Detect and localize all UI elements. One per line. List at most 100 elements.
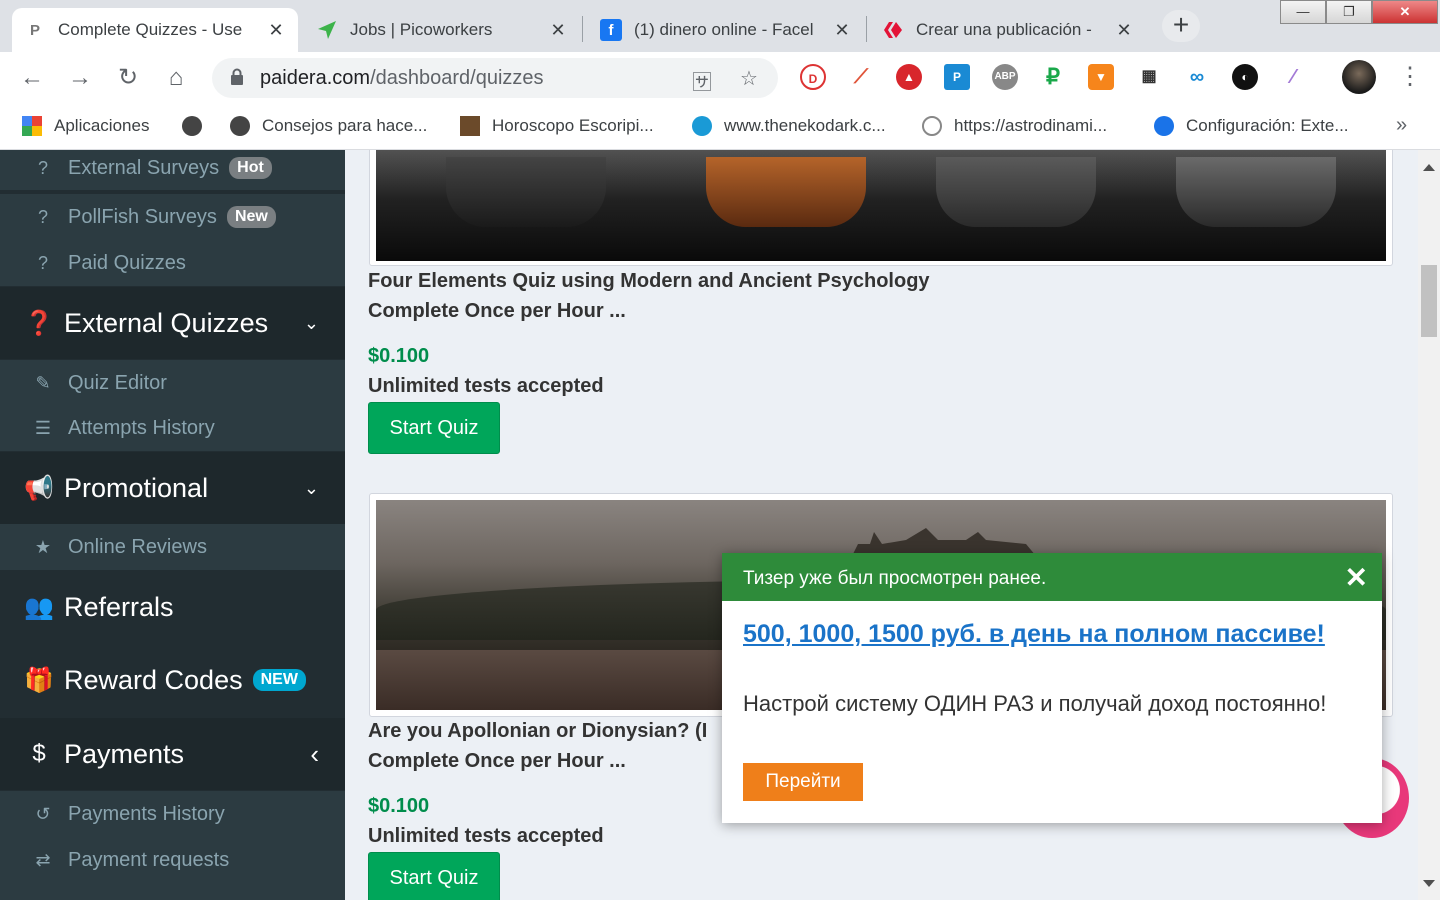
sidebar-item-label: Payments <box>64 738 185 769</box>
bookmark-apps[interactable]: Aplicaciones <box>22 116 149 136</box>
users-icon: 👥 <box>24 593 54 621</box>
popup-header: Тизер уже был просмотрен ранее. ✕ <box>722 553 1382 601</box>
qr-code-icon[interactable]: ▦ <box>1136 64 1162 90</box>
tab-picoworkers[interactable]: Jobs | Picoworkers ✕ <box>304 8 580 52</box>
tab-close-icon[interactable]: ✕ <box>548 20 568 41</box>
lock-icon[interactable] <box>230 68 244 86</box>
bookmark-horoscopo[interactable]: Horoscopo Escoripi... <box>460 116 654 136</box>
profile-avatar[interactable] <box>1342 60 1376 94</box>
scroll-down-icon[interactable] <box>1423 880 1435 887</box>
bottle-shape <box>1176 157 1336 227</box>
edit-icon: ✎ <box>35 372 51 393</box>
sidebar-item-external-surveys[interactable]: ? External Surveys Hot <box>0 150 345 190</box>
hive-icon <box>882 19 904 41</box>
bookmark-thenekodark[interactable]: www.thenekodark.c... <box>692 116 886 136</box>
quiz-title[interactable]: Are you Apollonian or Dionysian? (I <box>368 720 707 743</box>
sidebar-item-cut-off[interactable] <box>0 883 345 900</box>
start-quiz-button[interactable]: Start Quiz <box>368 402 500 454</box>
browser-menu-icon[interactable]: ⋮ <box>1398 62 1422 91</box>
sidebar-item-online-reviews[interactable]: ★ Online Reviews <box>0 524 345 570</box>
tab-close-icon[interactable]: ✕ <box>266 20 286 41</box>
window-close-button[interactable]: ✕ <box>1372 0 1438 24</box>
bookmark-globe[interactable] <box>182 116 214 136</box>
chevron-down-icon: ⌄ <box>303 477 319 498</box>
scroll-thumb[interactable] <box>1421 265 1437 337</box>
sidebar-item-promotional[interactable]: 📢 Promotional ⌄ <box>0 452 345 524</box>
sidebar-item-external-quizzes[interactable]: ❓ External Quizzes ⌄ <box>0 287 345 359</box>
start-quiz-button[interactable]: Start Quiz <box>368 852 500 900</box>
quiz-title[interactable]: Four Elements Quiz using Modern and Anci… <box>368 270 930 293</box>
bookmark-astrodinamica[interactable]: https://astrodinami... <box>922 116 1107 136</box>
sidebar-item-payments-history[interactable]: ↺ Payments History <box>0 791 345 837</box>
back-icon[interactable]: ← <box>16 62 48 94</box>
quiz-price: $0.100 <box>368 795 430 817</box>
tab-close-icon[interactable]: ✕ <box>832 20 852 41</box>
sidebar-item-label: External Quizzes <box>64 307 269 338</box>
question-circle-icon: ? <box>37 252 48 273</box>
bookmark-label: Horoscopo Escoripi... <box>492 116 654 135</box>
tab-separator <box>866 16 867 42</box>
question-circle-icon: ? <box>37 157 48 178</box>
sidebar-item-quiz-editor[interactable]: ✎ Quiz Editor <box>0 360 345 406</box>
sidebar-item-referrals[interactable]: 👥 Referrals <box>0 571 345 643</box>
teaser-popup: Тизер уже был просмотрен ранее. ✕ 500, 1… <box>722 553 1382 823</box>
sidebar-item-payments[interactable]: $ Payments ‹ <box>0 718 345 790</box>
new-tab-button[interactable]: + <box>1162 10 1200 42</box>
n-site-icon <box>692 116 712 136</box>
extension-link-icon[interactable]: ∞ <box>1184 64 1210 90</box>
sidebar-item-attempts-history[interactable]: ☰ Attempts History <box>0 405 345 451</box>
url-text[interactable]: paidera.com/dashboard/quizzes <box>260 67 544 90</box>
tab-title: Jobs | Picoworkers <box>350 20 493 39</box>
popup-ad-link[interactable]: 500, 1000, 1500 руб. в день на полном па… <box>743 619 1343 649</box>
bullhorn-icon: 📢 <box>24 474 54 502</box>
tab-title: Crear una publicación - <box>916 20 1092 39</box>
history-icon: ↺ <box>35 803 51 824</box>
bookmark-star-icon[interactable]: ☆ <box>740 66 758 91</box>
minimize-button[interactable]: — <box>1280 0 1326 24</box>
scroll-up-icon[interactable] <box>1423 164 1435 171</box>
sidebar-item-label: Attempts History <box>68 416 215 439</box>
page-scrollbar[interactable] <box>1418 150 1440 900</box>
metamask-icon[interactable]: ▼ <box>1088 64 1114 90</box>
sidebar-item-reward-codes[interactable]: 🎁 Reward Codes NEW <box>0 644 345 716</box>
bookmark-label: Aplicaciones <box>54 116 150 135</box>
forward-icon[interactable]: → <box>64 62 96 94</box>
bookmark-label: www.thenekodark.c... <box>724 116 886 135</box>
reload-icon[interactable]: ↻ <box>112 62 144 94</box>
tab-complete-quizzes[interactable]: P Complete Quizzes - Use ✕ <box>12 8 298 52</box>
extension-p-icon[interactable]: P <box>944 64 970 90</box>
sidebar-item-label: Promotional <box>64 472 209 503</box>
extension-ruble-icon[interactable]: ₽ <box>1040 64 1066 90</box>
question-icon: ❓ <box>24 309 54 337</box>
extension-feather-icon[interactable]: ⁄ <box>1280 64 1306 90</box>
bookmark-consejos[interactable]: Consejos para hace... <box>230 116 427 136</box>
tab-facebook[interactable]: f (1) dinero online - Facel ✕ <box>588 8 864 52</box>
sidebar-item-label: PollFish Surveys <box>68 205 217 228</box>
address-bar[interactable]: paidera.com/dashboard/quizzes 🈂 ☆ <box>212 58 778 98</box>
bookmark-configuracion[interactable]: Configuración: Exte... <box>1154 116 1349 136</box>
sidebar-item-label: Referrals <box>64 591 174 622</box>
quiz-tests-accepted: Unlimited tests accepted <box>368 825 604 847</box>
sidebar-item-label: Payment requests <box>68 848 230 871</box>
bookmarks-overflow-icon[interactable]: » <box>1396 114 1407 137</box>
extension-dark-icon[interactable]: ◐ <box>1232 64 1258 90</box>
tab-hive[interactable]: Crear una publicación - ✕ <box>870 8 1146 52</box>
home-icon[interactable]: ⌂ <box>160 62 192 94</box>
extension-icon[interactable]: D <box>800 64 826 90</box>
bookmark-label: Configuración: Exte... <box>1186 116 1349 135</box>
sidebar-item-payment-requests[interactable]: ⇄ Payment requests <box>0 837 345 883</box>
popup-go-button[interactable]: Перейти <box>743 763 863 801</box>
bottle-shape <box>936 157 1096 227</box>
list-icon: ☰ <box>34 417 52 438</box>
extension-red-icon[interactable]: ▲ <box>896 64 922 90</box>
horoscope-site-icon <box>460 116 480 136</box>
translate-icon[interactable]: 🈂 <box>692 66 712 95</box>
sidebar-item-pollfish-surveys[interactable]: ? PollFish Surveys New <box>0 194 345 240</box>
restore-button[interactable]: ❐ <box>1326 0 1372 24</box>
sidebar-item-paid-quizzes[interactable]: ? Paid Quizzes <box>0 240 345 286</box>
extension-pickaxe-icon[interactable]: ⟋ <box>848 64 874 90</box>
tab-close-icon[interactable]: ✕ <box>1114 20 1134 41</box>
close-icon[interactable]: ✕ <box>1345 561 1368 594</box>
adblock-plus-icon[interactable]: ABP <box>992 64 1018 90</box>
bottle-shape <box>706 157 866 227</box>
